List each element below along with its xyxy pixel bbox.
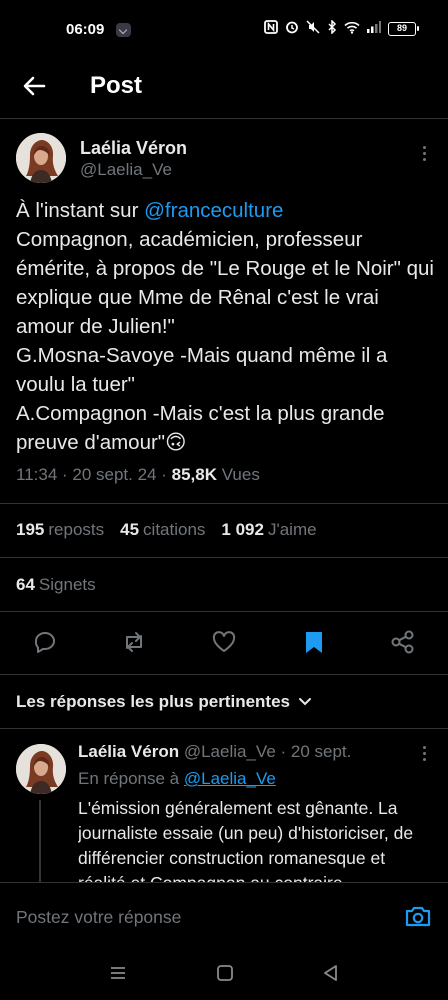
thread-line <box>39 800 41 882</box>
square-home-icon <box>217 965 233 981</box>
share-icon <box>391 630 414 654</box>
repost-button[interactable] <box>120 628 148 656</box>
system-navigation-bar <box>0 950 448 1000</box>
arrow-left-icon <box>23 76 46 96</box>
replies-sort-label: Les réponses les plus pertinentes <box>16 692 290 711</box>
reply-composer <box>0 882 448 950</box>
quotes-stat[interactable]: 45 citations <box>120 520 205 540</box>
like-icon <box>212 631 236 652</box>
avatar[interactable] <box>16 133 66 183</box>
reply-header: Laélia Véron @Laelia_Ve · 20 sept. <box>78 742 351 762</box>
author-name[interactable]: Laélia Véron <box>80 138 187 159</box>
replies-sort-dropdown[interactable]: Les réponses les plus pertinentes <box>16 692 312 712</box>
engagement-stats: 195 reposts 45 citations 1 092 J'aime <box>16 520 317 540</box>
signal-icon <box>367 21 381 36</box>
repost-icon <box>126 632 142 652</box>
bookmark-button[interactable] <box>300 628 328 656</box>
bluetooth-icon <box>327 19 337 37</box>
wifi-icon <box>344 21 360 37</box>
likes-stat[interactable]: 1 092 J'aime <box>221 520 316 540</box>
tweet-meta: 11:34 · 20 sept. 24 · 85,8K Vues <box>16 465 260 485</box>
tweet-timestamp: 11:34 · 20 sept. 24 · <box>16 465 172 484</box>
like-button[interactable] <box>210 628 238 656</box>
tweet-text-body: Compagnon, académicien, professeur éméri… <box>16 228 434 454</box>
reply-to-handle-link[interactable]: @Laelia_Ve <box>184 769 276 788</box>
status-bar: 06:09 89 <box>0 0 448 60</box>
tweet-text: À l'instant sur @franceculture Compagnon… <box>16 196 436 457</box>
reply-icon <box>34 632 55 653</box>
page-title: Post <box>90 72 143 99</box>
views-count: 85,8K <box>171 465 217 484</box>
reply-input[interactable] <box>16 905 376 929</box>
recent-apps-button[interactable] <box>109 964 127 987</box>
reply-button[interactable] <box>31 628 59 656</box>
camera-icon <box>405 906 431 927</box>
reposts-stat[interactable]: 195 reposts <box>16 520 104 540</box>
status-time: 06:09 <box>66 21 105 38</box>
notification-app-icon <box>116 23 131 37</box>
triangle-back-icon <box>324 965 337 981</box>
sort-divider <box>0 728 448 729</box>
alarm-icon <box>285 20 299 37</box>
reply-meta: @Laelia_Ve · 20 sept. <box>179 742 352 761</box>
menu-icon <box>111 967 125 979</box>
tweet-text-prefix: À l'instant sur <box>16 199 145 222</box>
mute-icon <box>306 20 320 37</box>
meta-divider <box>0 503 448 504</box>
home-button[interactable] <box>216 964 234 987</box>
more-options-button[interactable] <box>418 146 430 166</box>
author-handle[interactable]: @Laelia_Ve <box>80 160 172 180</box>
system-back-button[interactable] <box>322 964 340 987</box>
reply-to-label: En réponse à <box>78 769 184 788</box>
reply-author-name[interactable]: Laélia Véron <box>78 742 179 761</box>
views-label: Vues <box>217 465 260 484</box>
mention-link[interactable]: @franceculture <box>144 199 283 222</box>
actions-divider <box>0 674 448 675</box>
top-app-bar: Post <box>0 60 448 114</box>
bookmark-icon <box>306 632 322 653</box>
reply-to: En réponse à @Laelia_Ve <box>78 769 276 789</box>
nfc-icon <box>264 20 278 37</box>
back-button[interactable] <box>20 72 52 100</box>
chevron-down-icon <box>298 698 311 706</box>
reply-more-options-button[interactable] <box>418 746 430 766</box>
share-button[interactable] <box>389 628 417 656</box>
stats-divider <box>0 557 448 558</box>
camera-button[interactable] <box>404 903 432 929</box>
status-icons: 89 <box>264 19 419 37</box>
battery-indicator: 89 <box>388 21 419 36</box>
header-divider <box>0 118 448 119</box>
reply-avatar[interactable] <box>16 744 66 794</box>
bookmarks-stat[interactable]: 64 Signets <box>16 575 96 595</box>
bookmarks-divider <box>0 611 448 612</box>
reply-text: L'émission généralement est gênante. La … <box>78 798 414 882</box>
